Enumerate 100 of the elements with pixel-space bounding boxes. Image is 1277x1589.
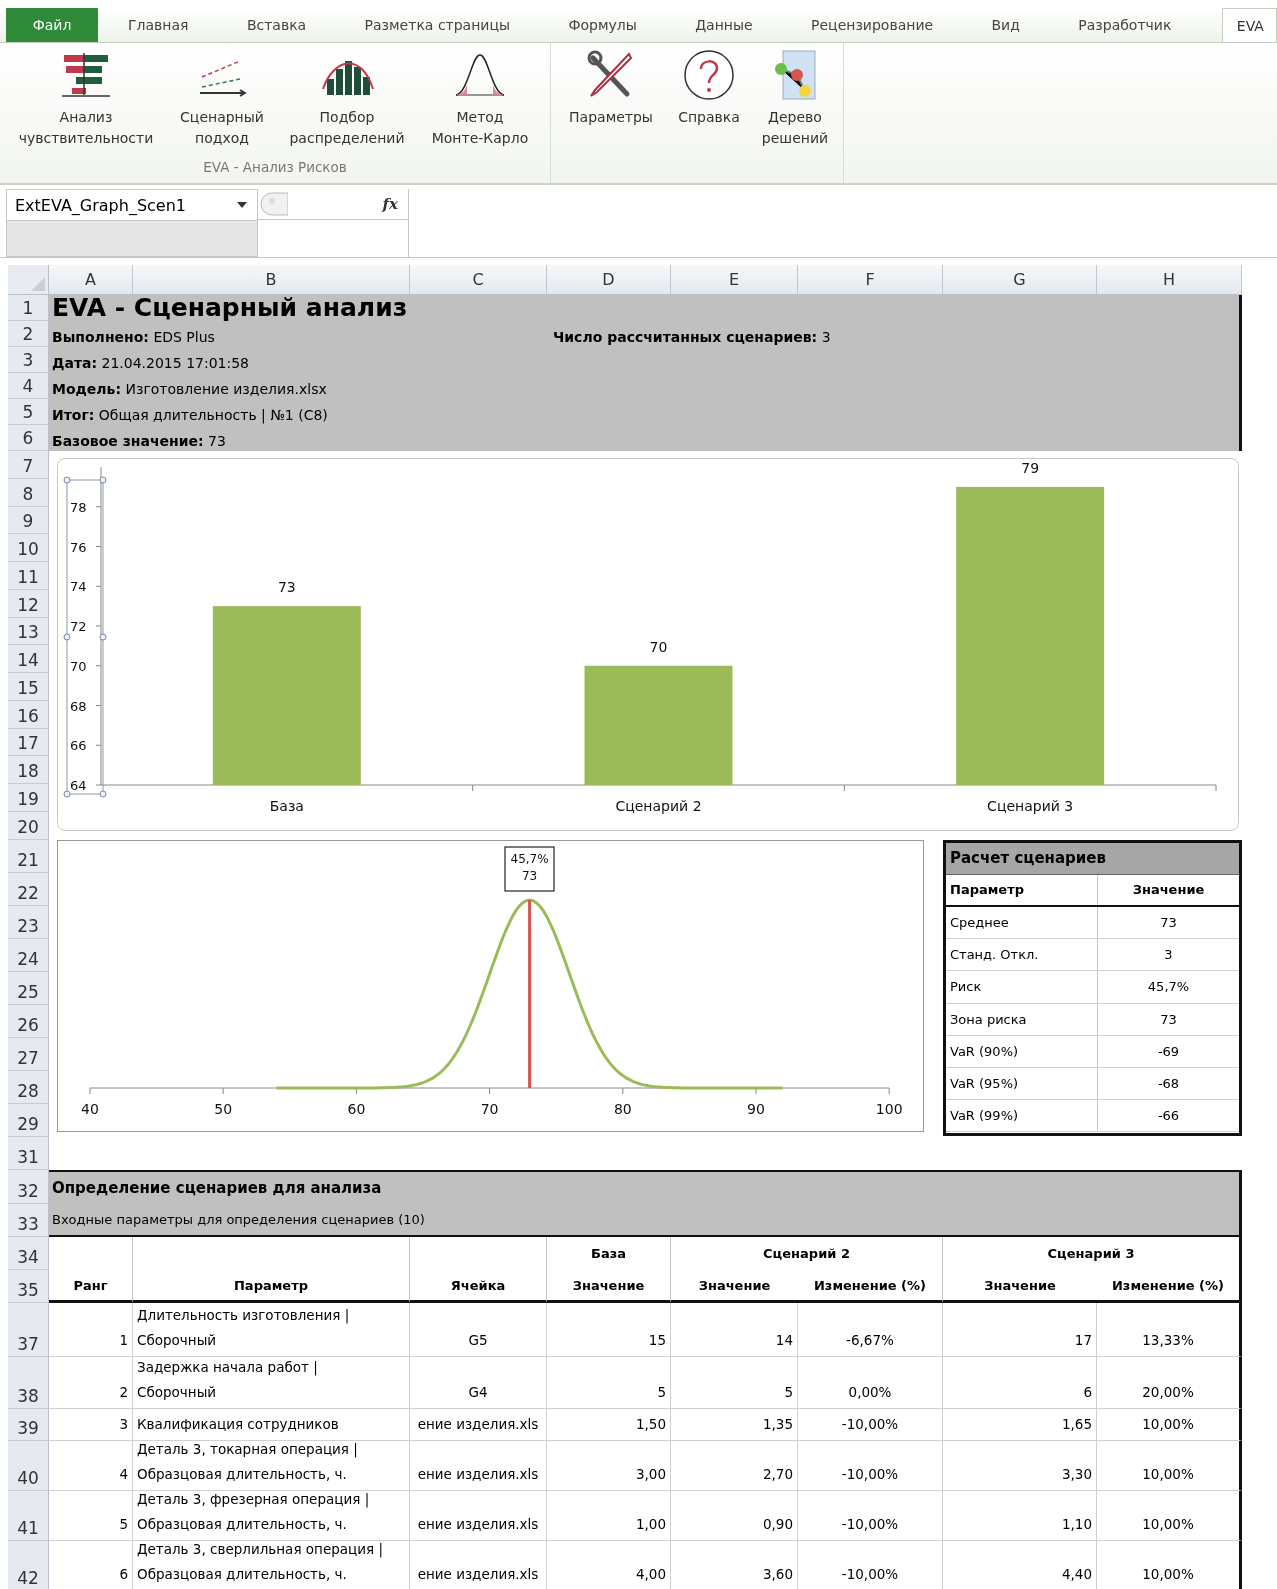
row-header[interactable]: 24 bbox=[8, 938, 49, 972]
row-header[interactable]: 23 bbox=[8, 905, 49, 939]
row-header[interactable]: 7 bbox=[8, 451, 49, 479]
axis-label: 74 bbox=[70, 579, 87, 595]
table-cell-text: VaR (90%) bbox=[949, 1042, 1020, 1061]
row-header[interactable]: 19 bbox=[8, 784, 49, 812]
ribbon-tab[interactable]: Разметка страницы bbox=[356, 8, 519, 42]
table-cell-text: VaR (95%) bbox=[949, 1075, 1020, 1094]
row-header[interactable]: 33 bbox=[8, 1203, 49, 1237]
row-header[interactable]: 20 bbox=[8, 811, 49, 840]
column-header[interactable]: B bbox=[133, 265, 410, 295]
table-cell: 10,00% bbox=[1097, 1541, 1242, 1589]
row-header[interactable]: 8 bbox=[8, 478, 49, 507]
column-header[interactable]: E bbox=[671, 265, 798, 295]
insert-function-button[interactable]: fx bbox=[382, 195, 398, 213]
row-header[interactable]: 15 bbox=[8, 673, 49, 701]
splitter-handle-icon[interactable] bbox=[258, 192, 288, 216]
section-title: Определение сценариев для анализа bbox=[52, 1178, 383, 1197]
row-header[interactable]: 17 bbox=[8, 728, 49, 757]
ribbon-tab[interactable]: Главная bbox=[120, 8, 197, 42]
row-header[interactable]: 29 bbox=[8, 1103, 49, 1137]
table-cell: Деталь 3, фрезерная операция | Образцовая длительность, ч. bbox=[133, 1491, 410, 1541]
ribbon-button[interactable]: Анализ чувствительности bbox=[6, 43, 166, 159]
table-cell-text: Риск bbox=[949, 978, 983, 997]
table-cell-text: VaR (99%) bbox=[949, 1107, 1020, 1126]
ribbon-button[interactable]: Дерево решений bbox=[753, 43, 837, 159]
row-header[interactable]: 39 bbox=[8, 1409, 49, 1441]
axis-label: 70 bbox=[480, 1100, 499, 1117]
callout-text: 73 bbox=[521, 868, 538, 883]
column-heading: Ранг bbox=[49, 1270, 133, 1303]
column-header[interactable]: G bbox=[943, 265, 1097, 295]
ribbon-tab[interactable]: Рецензирование bbox=[803, 8, 942, 42]
axis-label: 100 bbox=[875, 1100, 903, 1117]
ribbon-button[interactable]: Параметры bbox=[557, 43, 665, 159]
table-cell: 1,65 bbox=[943, 1409, 1097, 1441]
ribbon-tab[interactable]: Формулы bbox=[560, 8, 645, 42]
column-group-heading: База bbox=[547, 1237, 671, 1270]
row-header[interactable]: 35 bbox=[8, 1270, 49, 1303]
row-header[interactable]: 26 bbox=[8, 1004, 49, 1038]
column-header[interactable]: F bbox=[798, 265, 943, 295]
name-box[interactable]: ExtEVA_Graph_Scen1 bbox=[6, 189, 258, 221]
row-header[interactable]: 34 bbox=[8, 1237, 49, 1270]
row-header[interactable]: 6 bbox=[8, 425, 49, 451]
row-header[interactable]: 9 bbox=[8, 506, 49, 535]
selection-frame[interactable] bbox=[63, 476, 107, 798]
row-header[interactable]: 25 bbox=[8, 971, 49, 1005]
column-header[interactable]: A bbox=[49, 265, 133, 295]
table-cell: 1,35 bbox=[671, 1409, 798, 1441]
ribbon-tab[interactable]: Вставка bbox=[238, 8, 315, 42]
row-header[interactable]: 37 bbox=[8, 1303, 49, 1357]
row-header[interactable]: 4 bbox=[8, 373, 49, 399]
section-subtitle: Входные параметры для определения сценариев (10) bbox=[52, 1211, 426, 1227]
row-header[interactable]: 38 bbox=[8, 1357, 49, 1409]
select-all-corner[interactable] bbox=[8, 265, 49, 295]
row-header[interactable]: 10 bbox=[8, 534, 49, 562]
row-header[interactable]: 18 bbox=[8, 756, 49, 784]
table-cell: G5 bbox=[410, 1303, 547, 1357]
row-header[interactable]: 5 bbox=[8, 399, 49, 425]
ribbon-tab[interactable]: Разработчик bbox=[1070, 8, 1180, 42]
row-header[interactable]: 1 bbox=[8, 295, 49, 321]
table-cell: Квалификация сотрудников bbox=[133, 1409, 410, 1441]
table-cell: 14 bbox=[671, 1303, 798, 1357]
row-header[interactable]: 2 bbox=[8, 321, 49, 347]
column-header[interactable]: C bbox=[410, 265, 547, 295]
row-header[interactable]: 21 bbox=[8, 839, 49, 873]
ribbon-tab[interactable]: Вид bbox=[983, 8, 1028, 42]
ribbon-tab[interactable]: EVA bbox=[1221, 8, 1277, 42]
table-cell: 73 bbox=[1097, 906, 1239, 939]
row-header[interactable]: 42 bbox=[8, 1541, 49, 1589]
row-header[interactable]: 41 bbox=[8, 1491, 49, 1541]
table-cell: -68 bbox=[1097, 1068, 1239, 1100]
column-header[interactable]: D bbox=[547, 265, 671, 295]
file-tab[interactable]: Файл bbox=[6, 8, 98, 42]
row-header[interactable]: 11 bbox=[8, 562, 49, 590]
table-cell: Длительность изготовления | Сборочный bbox=[133, 1303, 410, 1357]
row-header[interactable]: 32 bbox=[8, 1170, 49, 1204]
table-cell: 4,00 bbox=[547, 1541, 671, 1589]
table-cell: Деталь 3, токарная операция | Образцовая длительность, ч. bbox=[133, 1441, 410, 1491]
row-header[interactable]: 12 bbox=[8, 589, 49, 618]
row-header[interactable]: 40 bbox=[8, 1441, 49, 1491]
table-title: Расчет сценариев bbox=[946, 842, 1239, 875]
report-info: Итог: Общая длительность | №1 (C8) bbox=[52, 406, 329, 425]
report-info: Дата: 21.04.2015 17:01:58 bbox=[52, 354, 250, 373]
column-header[interactable]: H bbox=[1097, 265, 1242, 295]
column-heading: Значение bbox=[671, 1270, 798, 1303]
row-header[interactable]: 31 bbox=[8, 1136, 49, 1170]
table-cell: 3,00 bbox=[547, 1441, 671, 1491]
axis-label: 70 bbox=[70, 658, 87, 674]
row-header[interactable]: 14 bbox=[8, 645, 49, 673]
ribbon-tab[interactable]: Данные bbox=[687, 8, 761, 42]
row-header[interactable]: 13 bbox=[8, 617, 49, 646]
ribbon-button[interactable]: Метод Монте-Карло bbox=[416, 43, 544, 159]
ribbon-button[interactable]: Сценарный подход bbox=[166, 43, 278, 159]
ribbon-button[interactable]: Справка bbox=[665, 43, 753, 159]
row-header[interactable]: 28 bbox=[8, 1070, 49, 1104]
row-header[interactable]: 22 bbox=[8, 872, 49, 906]
row-header[interactable]: 16 bbox=[8, 700, 49, 729]
ribbon-button[interactable]: Подбор распределений bbox=[278, 43, 416, 159]
row-header[interactable]: 27 bbox=[8, 1037, 49, 1071]
row-header[interactable]: 3 bbox=[8, 347, 49, 373]
